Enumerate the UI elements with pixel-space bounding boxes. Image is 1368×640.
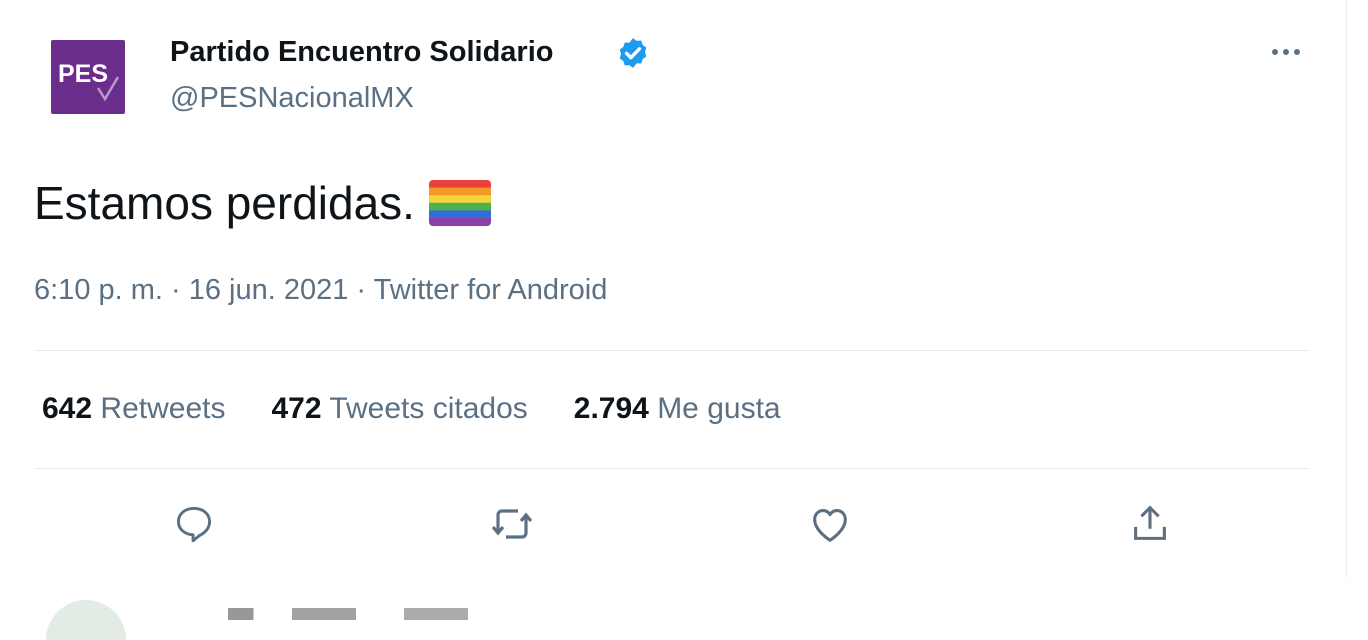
divider bbox=[34, 350, 1310, 351]
like-button[interactable] bbox=[804, 498, 856, 550]
likes-label: Me gusta bbox=[657, 392, 781, 425]
next-tweet-header-peek bbox=[228, 608, 548, 620]
verified-badge-icon bbox=[619, 38, 647, 68]
retweets-count: 642 bbox=[42, 392, 93, 425]
tweet-timestamp-source[interactable]: 6:10 p. m. · 16 jun. 2021 · Twitter for … bbox=[34, 274, 607, 307]
retweet-icon bbox=[491, 509, 533, 539]
tweet-body: Estamos perdidas. bbox=[34, 177, 415, 229]
dot-icon bbox=[1283, 49, 1289, 55]
tweet-stats: 642 Retweets 472 Tweets citados 2.794 Me… bbox=[42, 392, 781, 426]
tweet-card: PES Partido Encuentro Solidario @PESNaci… bbox=[0, 0, 1347, 578]
more-options-icon[interactable] bbox=[1264, 36, 1308, 68]
reply-button[interactable] bbox=[168, 498, 220, 550]
rainbow-flag-icon bbox=[428, 180, 491, 226]
retweets-label: Retweets bbox=[100, 392, 226, 425]
retweets-stat[interactable]: 642 Retweets bbox=[42, 392, 225, 426]
check-mark-icon bbox=[96, 76, 120, 102]
next-tweet-avatar bbox=[46, 600, 126, 640]
avatar[interactable]: PES bbox=[51, 40, 125, 114]
share-button[interactable] bbox=[1124, 498, 1176, 550]
likes-count: 2.794 bbox=[573, 392, 649, 425]
quotes-label: Tweets citados bbox=[329, 392, 528, 425]
quotes-stat[interactable]: 472 Tweets citados bbox=[271, 392, 527, 426]
share-icon bbox=[1134, 505, 1166, 540]
likes-stat[interactable]: 2.794 Me gusta bbox=[574, 392, 781, 426]
divider bbox=[34, 468, 1310, 469]
tweet-text: Estamos perdidas. bbox=[34, 176, 491, 230]
tweet-actions bbox=[0, 498, 1346, 550]
retweet-button[interactable] bbox=[486, 498, 538, 550]
dot-icon bbox=[1272, 49, 1278, 55]
quotes-count: 472 bbox=[271, 392, 322, 425]
like-icon bbox=[813, 509, 847, 542]
dot-icon bbox=[1294, 49, 1300, 55]
reply-icon bbox=[176, 506, 212, 543]
author-handle[interactable]: @PESNacionalMX bbox=[170, 82, 414, 115]
author-display-name[interactable]: Partido Encuentro Solidario bbox=[170, 36, 554, 69]
